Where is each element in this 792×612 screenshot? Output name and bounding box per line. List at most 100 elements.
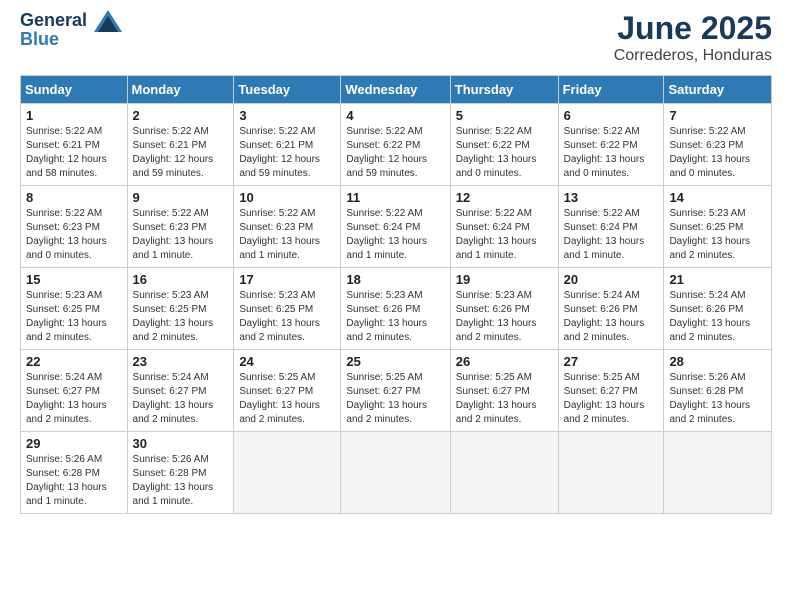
title-block: June 2025 Correderos, Honduras	[614, 10, 772, 65]
calendar-cell: 1 Sunrise: 5:22 AMSunset: 6:21 PMDaylight…	[21, 104, 128, 186]
calendar-cell	[450, 432, 558, 514]
day-info: Sunrise: 5:22 AMSunset: 6:21 PMDaylight:…	[26, 125, 122, 181]
calendar-week-row: 15 Sunrise: 5:23 AMSunset: 6:25 PMDayligh…	[21, 268, 772, 350]
calendar-cell	[341, 432, 450, 514]
calendar-cell: 17Sunrise: 5:23 AMSunset: 6:25 PMDayligh…	[234, 268, 341, 350]
day-number: 29	[26, 436, 122, 451]
day-number: 18	[346, 272, 444, 287]
day-number: 14	[669, 190, 766, 205]
day-number: 25	[346, 354, 444, 369]
day-info: Sunrise: 5:25 AMSunset: 6:27 PMDaylight:…	[456, 371, 553, 427]
day-number: 26	[456, 354, 553, 369]
calendar-day-header: Sunday	[21, 76, 128, 104]
calendar-cell: 25 Sunrise: 5:25 AMSunset: 6:27 PMDayligh…	[341, 350, 450, 432]
calendar-day-header: Wednesday	[341, 76, 450, 104]
logo-blue: Blue	[20, 30, 122, 50]
day-info: Sunrise: 5:22 AMSunset: 6:21 PMDaylight:…	[239, 125, 335, 181]
day-info: Sunrise: 5:22 AMSunset: 6:22 PMDaylight:…	[456, 125, 553, 181]
day-number: 24	[239, 354, 335, 369]
logo-icon	[94, 10, 122, 32]
day-info: Sunrise: 5:26 AMSunset: 6:28 PMDaylight:…	[26, 453, 122, 509]
calendar-cell	[558, 432, 664, 514]
day-number: 13	[564, 190, 659, 205]
day-info: Sunrise: 5:23 AMSunset: 6:26 PMDaylight:…	[456, 289, 553, 345]
day-number: 11	[346, 190, 444, 205]
calendar-day-header: Friday	[558, 76, 664, 104]
calendar-week-row: 1 Sunrise: 5:22 AMSunset: 6:21 PMDaylight…	[21, 104, 772, 186]
day-info: Sunrise: 5:23 AMSunset: 6:26 PMDaylight:…	[346, 289, 444, 345]
day-info: Sunrise: 5:24 AMSunset: 6:26 PMDaylight:…	[564, 289, 659, 345]
calendar-cell: 27 Sunrise: 5:25 AMSunset: 6:27 PMDayligh…	[558, 350, 664, 432]
calendar-week-row: 8 Sunrise: 5:22 AMSunset: 6:23 PMDaylight…	[21, 186, 772, 268]
calendar-cell: 18 Sunrise: 5:23 AMSunset: 6:26 PMDayligh…	[341, 268, 450, 350]
day-info: Sunrise: 5:22 AMSunset: 6:24 PMDaylight:…	[564, 207, 659, 263]
day-number: 8	[26, 190, 122, 205]
calendar-day-header: Monday	[127, 76, 234, 104]
day-number: 10	[239, 190, 335, 205]
page: General Blue June 2025 Correderos, Hondu…	[0, 0, 792, 612]
calendar-cell: 16 Sunrise: 5:23 AMSunset: 6:25 PMDayligh…	[127, 268, 234, 350]
calendar-cell: 29 Sunrise: 5:26 AMSunset: 6:28 PMDayligh…	[21, 432, 128, 514]
calendar-cell: 22Sunrise: 5:24 AMSunset: 6:27 PMDayligh…	[21, 350, 128, 432]
calendar-cell: 5 Sunrise: 5:22 AMSunset: 6:22 PMDaylight…	[450, 104, 558, 186]
calendar-cell: 3 Sunrise: 5:22 AMSunset: 6:21 PMDaylight…	[234, 104, 341, 186]
calendar-cell: 19 Sunrise: 5:23 AMSunset: 6:26 PMDayligh…	[450, 268, 558, 350]
calendar-day-header: Thursday	[450, 76, 558, 104]
day-info: Sunrise: 5:22 AMSunset: 6:24 PMDaylight:…	[456, 207, 553, 263]
day-number: 4	[346, 108, 444, 123]
day-number: 6	[564, 108, 659, 123]
day-number: 19	[456, 272, 553, 287]
day-info: Sunrise: 5:26 AMSunset: 6:28 PMDaylight:…	[669, 371, 766, 427]
day-info: Sunrise: 5:24 AMSunset: 6:27 PMDaylight:…	[133, 371, 229, 427]
day-number: 5	[456, 108, 553, 123]
day-info: Sunrise: 5:23 AMSunset: 6:25 PMDaylight:…	[239, 289, 335, 345]
day-number: 7	[669, 108, 766, 123]
day-number: 15	[26, 272, 122, 287]
day-number: 28	[669, 354, 766, 369]
calendar-cell: 12 Sunrise: 5:22 AMSunset: 6:24 PMDayligh…	[450, 186, 558, 268]
day-number: 12	[456, 190, 553, 205]
calendar-cell: 20Sunrise: 5:24 AMSunset: 6:26 PMDayligh…	[558, 268, 664, 350]
calendar-cell: 26 Sunrise: 5:25 AMSunset: 6:27 PMDayligh…	[450, 350, 558, 432]
calendar-cell: 10 Sunrise: 5:22 AMSunset: 6:23 PMDayligh…	[234, 186, 341, 268]
calendar-cell: 8 Sunrise: 5:22 AMSunset: 6:23 PMDaylight…	[21, 186, 128, 268]
page-title: June 2025	[614, 10, 772, 47]
day-info: Sunrise: 5:22 AMSunset: 6:23 PMDaylight:…	[669, 125, 766, 181]
day-info: Sunrise: 5:22 AMSunset: 6:24 PMDaylight:…	[346, 207, 444, 263]
day-info: Sunrise: 5:25 AMSunset: 6:27 PMDaylight:…	[564, 371, 659, 427]
day-number: 22	[26, 354, 122, 369]
calendar-cell: 30Sunrise: 5:26 AMSunset: 6:28 PMDayligh…	[127, 432, 234, 514]
calendar-week-row: 22 Sunrise: 5:24 AMSunset: 6:27 PMDayligh…	[21, 350, 772, 432]
day-info: Sunrise: 5:22 AMSunset: 6:23 PMDaylight:…	[26, 207, 122, 263]
calendar-day-header: Saturday	[664, 76, 772, 104]
calendar-cell: 7 Sunrise: 5:22 AMSunset: 6:23 PMDaylight…	[664, 104, 772, 186]
calendar: SundayMondayTuesdayWednesdayThursdayFrid…	[20, 75, 772, 514]
calendar-cell: 11 Sunrise: 5:22 AMSunset: 6:24 PMDayligh…	[341, 186, 450, 268]
calendar-cell: 23 Sunrise: 5:24 AMSunset: 6:27 PMDayligh…	[127, 350, 234, 432]
calendar-header-row: SundayMondayTuesdayWednesdayThursdayFrid…	[21, 76, 772, 104]
day-number: 23	[133, 354, 229, 369]
day-info: Sunrise: 5:22 AMSunset: 6:21 PMDaylight:…	[133, 125, 229, 181]
calendar-cell: 9Sunrise: 5:22 AMSunset: 6:23 PMDaylight…	[127, 186, 234, 268]
calendar-cell	[664, 432, 772, 514]
header: General Blue June 2025 Correderos, Hondu…	[20, 10, 772, 65]
day-info: Sunrise: 5:26 AMSunset: 6:28 PMDaylight:…	[133, 453, 229, 509]
calendar-cell: 2 Sunrise: 5:22 AMSunset: 6:21 PMDaylight…	[127, 104, 234, 186]
calendar-cell: 24Sunrise: 5:25 AMSunset: 6:27 PMDayligh…	[234, 350, 341, 432]
page-subtitle: Correderos, Honduras	[614, 47, 772, 65]
calendar-cell: 15Sunrise: 5:23 AMSunset: 6:25 PMDayligh…	[21, 268, 128, 350]
day-info: Sunrise: 5:23 AMSunset: 6:25 PMDaylight:…	[133, 289, 229, 345]
calendar-cell: 4 Sunrise: 5:22 AMSunset: 6:22 PMDaylight…	[341, 104, 450, 186]
day-info: Sunrise: 5:22 AMSunset: 6:22 PMDaylight:…	[346, 125, 444, 181]
day-info: Sunrise: 5:22 AMSunset: 6:23 PMDaylight:…	[239, 207, 335, 263]
day-number: 2	[133, 108, 229, 123]
day-info: Sunrise: 5:22 AMSunset: 6:22 PMDaylight:…	[564, 125, 659, 181]
day-number: 16	[133, 272, 229, 287]
day-number: 1	[26, 108, 122, 123]
day-number: 3	[239, 108, 335, 123]
calendar-cell: 21Sunrise: 5:24 AMSunset: 6:26 PMDayligh…	[664, 268, 772, 350]
day-number: 27	[564, 354, 659, 369]
calendar-cell: 14Sunrise: 5:23 AMSunset: 6:25 PMDayligh…	[664, 186, 772, 268]
calendar-day-header: Tuesday	[234, 76, 341, 104]
day-info: Sunrise: 5:25 AMSunset: 6:27 PMDaylight:…	[346, 371, 444, 427]
